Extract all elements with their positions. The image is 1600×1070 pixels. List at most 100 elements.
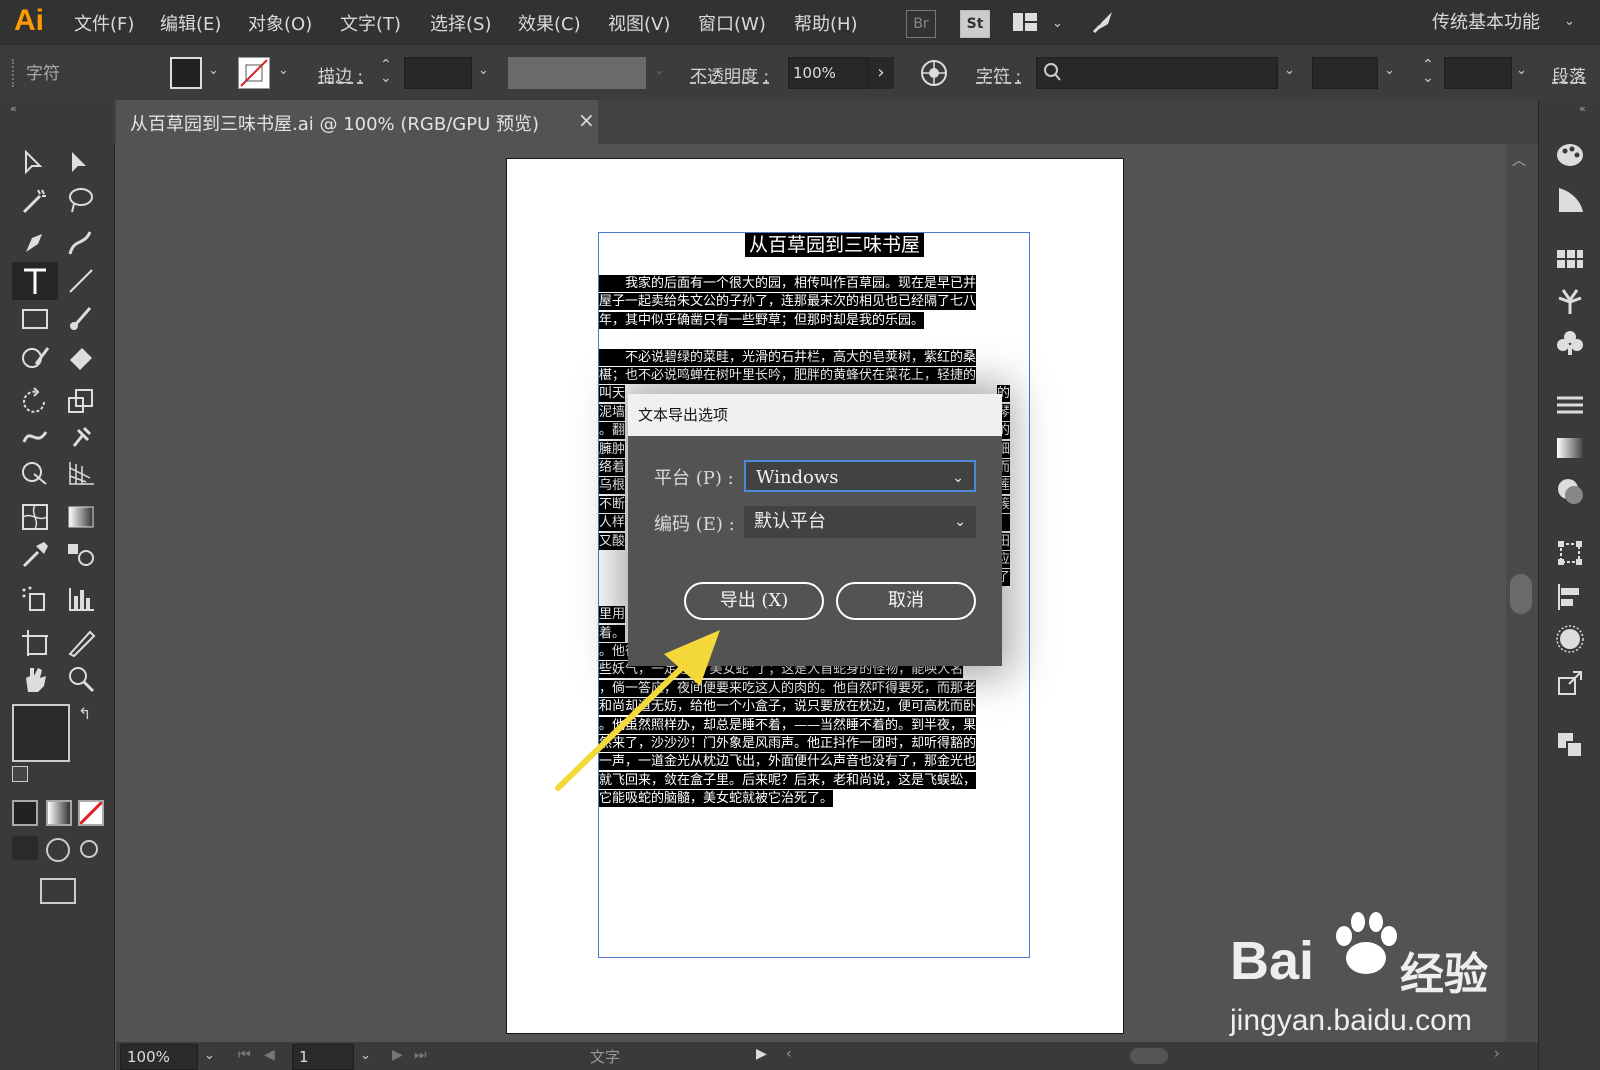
cancel-button[interactable]: 取消: [836, 582, 976, 620]
symbols-icon[interactable]: [1555, 328, 1585, 358]
font-style-chevron-icon[interactable]: ⌄: [1384, 63, 1395, 78]
mesh-tool-icon[interactable]: [20, 502, 54, 534]
zoom-chevron-icon[interactable]: ⌄: [204, 1048, 215, 1063]
stroke-weight-input[interactable]: [404, 57, 472, 89]
stroke-swatch[interactable]: [238, 57, 270, 89]
swap-colors-icon[interactable]: ↰: [78, 704, 91, 723]
hand-tool-icon[interactable]: [20, 664, 54, 696]
menu-type[interactable]: 文字(T): [340, 10, 401, 36]
draw-normal-icon[interactable]: [12, 836, 38, 860]
font-style-input[interactable]: [1312, 57, 1378, 89]
font-size-input[interactable]: [1444, 57, 1512, 89]
variable-width-profile[interactable]: [508, 57, 646, 89]
export-button[interactable]: 导出 (X): [684, 582, 824, 620]
menu-object[interactable]: 对象(O): [248, 10, 312, 36]
color-guide-icon[interactable]: [1555, 184, 1585, 214]
character-label[interactable]: 字符 :: [976, 62, 1021, 87]
lasso-tool-icon[interactable]: [66, 186, 100, 218]
opacity-arrow-button[interactable]: ›: [868, 57, 894, 89]
transparency-icon[interactable]: [1555, 476, 1585, 506]
align-icon[interactable]: [1555, 582, 1585, 612]
workspace-switcher[interactable]: 传统基本功能: [1432, 8, 1540, 34]
last-artboard-icon[interactable]: ⏭: [414, 1047, 427, 1063]
stroke-label[interactable]: 描边 :: [318, 62, 363, 87]
artboard-chevron-icon[interactable]: ⌄: [360, 1048, 371, 1063]
draw-inside-icon[interactable]: [80, 840, 98, 858]
opacity-label[interactable]: 不透明度 :: [690, 62, 769, 87]
collapse-panel-icon[interactable]: «: [10, 102, 17, 115]
layers-icon[interactable]: [1555, 730, 1585, 760]
stroke-chevron-icon[interactable]: ⌄: [278, 63, 289, 78]
encoding-select[interactable]: 默认平台 ⌄: [744, 506, 976, 538]
type-tool-icon[interactable]: [12, 262, 58, 300]
rotate-tool-icon[interactable]: [20, 386, 54, 418]
font-size-chevron-icon[interactable]: ⌄: [1516, 63, 1527, 78]
magic-wand-tool-icon[interactable]: [20, 186, 54, 218]
warp-tool-icon[interactable]: [20, 422, 54, 454]
menu-help[interactable]: 帮助(H): [794, 10, 858, 36]
stroke-weight-chevron-icon[interactable]: ⌄: [478, 63, 489, 78]
swatches-icon[interactable]: [1555, 244, 1585, 274]
font-family-input[interactable]: [1036, 57, 1278, 89]
color-mode-icon[interactable]: [12, 800, 38, 826]
menu-effect[interactable]: 效果(C): [518, 10, 581, 36]
perspective-grid-tool-icon[interactable]: [66, 458, 100, 490]
color-palette-icon[interactable]: [1555, 140, 1585, 170]
document-tab[interactable]: 从百草园到三味书屋.ai @ 100% (RGB/GPU 预览) ×: [116, 100, 598, 144]
workspace-chevron-icon[interactable]: ⌄: [1564, 14, 1575, 29]
shape-builder-tool-icon[interactable]: [20, 458, 54, 490]
first-artboard-icon[interactable]: ⏮: [238, 1047, 251, 1063]
line-tool-icon[interactable]: [66, 266, 100, 298]
menu-file[interactable]: 文件(F): [74, 10, 134, 36]
scroll-right-icon[interactable]: ›: [1494, 1046, 1500, 1062]
screen-mode-icon[interactable]: [40, 878, 76, 904]
fill-swatch[interactable]: [170, 57, 202, 89]
paintbrush-tool-icon[interactable]: [66, 304, 100, 336]
recolor-icon[interactable]: [920, 59, 948, 92]
gpu-rocket-icon[interactable]: [1090, 10, 1116, 34]
gradient-panel-icon[interactable]: [1555, 434, 1585, 464]
menu-view[interactable]: 视图(V): [608, 10, 670, 36]
font-size-stepper-icon[interactable]: ⌃ ⌄: [1422, 58, 1434, 85]
transform-icon[interactable]: [1555, 538, 1585, 568]
gradient-tool-icon[interactable]: [66, 502, 100, 534]
profile-chevron-icon[interactable]: ⌄: [654, 63, 665, 78]
blend-tool-icon[interactable]: [66, 540, 100, 572]
zoom-tool-icon[interactable]: [66, 664, 100, 696]
default-colors-icon[interactable]: [12, 766, 28, 782]
arrange-chevron-icon[interactable]: ⌄: [1052, 16, 1063, 31]
asset-export-icon[interactable]: [1555, 668, 1585, 698]
slice-tool-icon[interactable]: [66, 628, 100, 660]
bridge-icon[interactable]: Br: [906, 10, 936, 38]
status-menu-arrow-icon[interactable]: ▶: [756, 1046, 767, 1062]
gradient-mode-icon[interactable]: [46, 800, 72, 826]
fill-color-swatch[interactable]: [12, 704, 70, 762]
brushes-icon[interactable]: [1555, 286, 1585, 316]
menu-select[interactable]: 选择(S): [430, 10, 491, 36]
curvature-tool-icon[interactable]: [66, 228, 100, 260]
stock-icon[interactable]: St: [960, 10, 990, 38]
column-graph-tool-icon[interactable]: [66, 584, 100, 616]
scroll-left-icon[interactable]: ‹: [786, 1046, 792, 1062]
menu-edit[interactable]: 编辑(E): [160, 10, 221, 36]
font-family-chevron-icon[interactable]: ⌄: [1284, 63, 1295, 78]
document-tab-title[interactable]: 从百草园到三味书屋.ai @ 100% (RGB/GPU 预览): [130, 110, 539, 136]
eyedropper-tool-icon[interactable]: [20, 540, 54, 572]
artboard-number-input[interactable]: 1: [292, 1044, 354, 1070]
symbol-sprayer-tool-icon[interactable]: [20, 584, 54, 616]
dialog-titlebar[interactable]: 文本导出选项: [628, 394, 1002, 436]
prev-artboard-icon[interactable]: ◀: [264, 1047, 275, 1063]
selection-tool-icon[interactable]: [20, 148, 54, 180]
pathfinder-icon[interactable]: [1555, 624, 1585, 654]
stroke-panel-icon[interactable]: [1555, 390, 1585, 420]
expand-panels-icon[interactable]: «: [1579, 102, 1586, 115]
puppet-warp-tool-icon[interactable]: [66, 422, 100, 454]
platform-select[interactable]: Windows ⌄: [744, 460, 976, 492]
zoom-level-input[interactable]: 100%: [120, 1044, 198, 1070]
shaper-tool-icon[interactable]: [20, 342, 54, 374]
next-artboard-icon[interactable]: ▶: [392, 1047, 403, 1063]
paragraph-label[interactable]: 段落: [1552, 62, 1586, 87]
rectangle-tool-icon[interactable]: [20, 304, 54, 336]
scroll-up-icon[interactable]: ︿: [1512, 150, 1526, 170]
fill-chevron-icon[interactable]: ⌄: [208, 63, 219, 78]
